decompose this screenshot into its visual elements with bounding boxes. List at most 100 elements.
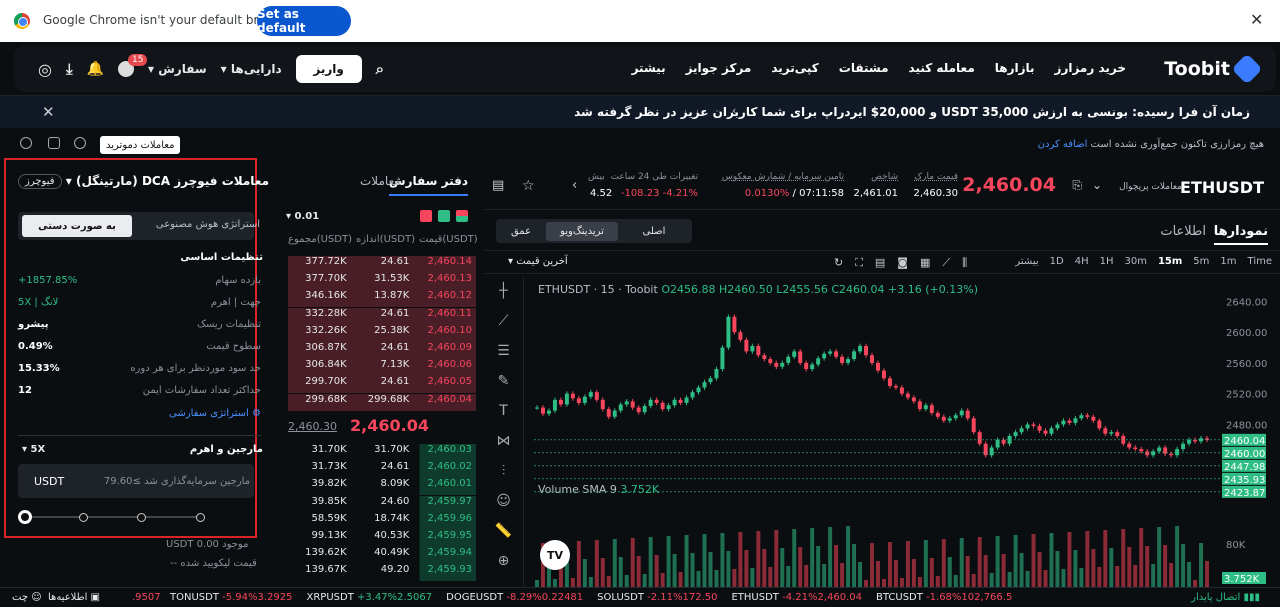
close-icon[interactable]: ✕ bbox=[1250, 10, 1263, 29]
tab-order-book[interactable]: دفتر سفارش bbox=[389, 174, 468, 196]
brand-logo[interactable]: Toobit bbox=[1164, 53, 1263, 85]
trendline-icon[interactable]: ⟋ bbox=[484, 306, 523, 336]
info-icon[interactable]: ⎘ bbox=[1072, 178, 1082, 193]
zoom-icon[interactable]: ⊕ bbox=[484, 546, 523, 576]
custom-strategy-link[interactable]: استراتژی سفارشی ⚙ bbox=[169, 408, 261, 419]
menu-copy-trade[interactable]: کپی‌ترید bbox=[771, 61, 818, 75]
banner-text[interactable]: زمان آن فرا رسیده: بونسی به ارزش USDT 35… bbox=[574, 105, 1250, 119]
ask-row[interactable]: 299.70K 24.61 2,460.05 bbox=[288, 376, 476, 394]
timeframe-option[interactable]: 15m bbox=[1158, 256, 1182, 267]
settings-icon[interactable] bbox=[20, 137, 32, 149]
slider-step[interactable] bbox=[79, 513, 88, 522]
bid-row[interactable]: 139.67K 49.20 2,459.93 bbox=[288, 564, 476, 582]
theme-icon[interactable] bbox=[74, 137, 86, 149]
bell-icon[interactable]: 🔔 bbox=[87, 61, 104, 77]
timeframe-option[interactable]: بیشتر bbox=[1015, 256, 1038, 267]
download-icon[interactable]: ⤓ bbox=[66, 60, 73, 78]
orders-menu[interactable]: ▾ سفارش bbox=[148, 62, 207, 76]
chevron-left-icon[interactable]: ‹ bbox=[572, 178, 577, 193]
tab-basic[interactable]: اصلی bbox=[618, 226, 690, 237]
bid-row[interactable]: 31.73K 24.61 2,460.02 bbox=[288, 461, 476, 479]
fib-icon[interactable]: ☰ bbox=[484, 336, 523, 366]
margin-input[interactable]: USDT مارجین سرمایه‌گذاری شد ≥79.60 bbox=[18, 464, 254, 498]
banner-close-icon[interactable]: ✕ bbox=[42, 103, 55, 121]
demo-trading-button[interactable]: معاملات دموترید bbox=[100, 136, 181, 154]
footer-ticker[interactable]: SOLUSDT -2.11%172.50 bbox=[597, 592, 717, 603]
slider-handle[interactable] bbox=[18, 510, 32, 524]
precision-select[interactable]: ▾ 0.01 bbox=[286, 211, 319, 222]
measure-icon[interactable]: ⫶ bbox=[484, 456, 523, 486]
bid-row[interactable]: 139.62K 40.49K 2,459.94 bbox=[288, 547, 476, 565]
tab-tradingview[interactable]: تریدینگ‌ویو bbox=[546, 221, 618, 241]
tab-info[interactable]: اطلاعات bbox=[1160, 224, 1206, 239]
leverage-select[interactable]: ▾ 5X bbox=[22, 444, 45, 455]
bid-row[interactable]: 31.70K 31.70K 2,460.03 bbox=[288, 444, 476, 461]
chevron-down-icon[interactable]: ⌄ bbox=[1092, 178, 1102, 192]
globe-icon[interactable]: ◎ bbox=[38, 60, 52, 79]
bid-row[interactable]: 58.59K 18.74K 2,459.96 bbox=[288, 512, 476, 530]
star-icon[interactable]: ☆ bbox=[522, 178, 535, 194]
search-icon[interactable]: ⌕ bbox=[376, 60, 384, 78]
bid-row[interactable]: 39.82K 8.09K 2,460.01 bbox=[288, 478, 476, 496]
candlestick-chart[interactable]: 2640.00 2600.00 2560.00 2520.00 2480.00 2460.… bbox=[524, 276, 1280, 588]
footer-ticker[interactable]: XRPUSDT +3.47%2.5067 bbox=[307, 592, 433, 603]
leverage-slider-track[interactable] bbox=[24, 516, 204, 518]
assets-menu[interactable]: ▾ دارایی‌ها bbox=[221, 62, 282, 76]
ask-row[interactable]: 299.68K 299.68K 2,460.04 bbox=[288, 393, 476, 411]
asks-view-icon[interactable] bbox=[420, 210, 432, 222]
bid-row[interactable]: 99.13K 40.53K 2,459.95 bbox=[288, 530, 476, 547]
tab-charts[interactable]: نمودارها bbox=[1213, 224, 1268, 245]
timeframe-option[interactable]: 30m bbox=[1124, 256, 1146, 267]
footer-ticker[interactable]: ETHUSDT -4.21%2,460.04 bbox=[731, 592, 862, 603]
chevron-down-icon[interactable]: ▾ bbox=[66, 174, 72, 188]
chat-button[interactable]: چت ☺ bbox=[12, 592, 42, 603]
emoji-icon[interactable]: ☺ bbox=[484, 486, 523, 516]
chart-tool-icons[interactable]: ↻⛶▤◙▦⟋⫼ bbox=[834, 256, 979, 270]
menu-buy-crypto[interactable]: خرید رمزارز bbox=[1055, 61, 1126, 75]
price-type-select[interactable]: ▾ آخرین قیمت bbox=[508, 256, 568, 267]
document-icon[interactable] bbox=[48, 137, 60, 149]
ask-row[interactable]: 332.28K 24.61 2,460.11 bbox=[288, 307, 476, 325]
footer-ticker[interactable]: BTCUSDT -1.68%102,766.5 bbox=[876, 592, 1012, 603]
add-favorite-link[interactable]: اضافه کردن bbox=[1038, 139, 1088, 150]
tab-ai[interactable]: استراتژی هوش مصنوعی bbox=[156, 219, 260, 230]
menu-markets[interactable]: بازارها bbox=[995, 61, 1035, 75]
futures-badge[interactable]: فیوچرز bbox=[18, 174, 62, 189]
ask-row[interactable]: 332.26K 25.38K 2,460.10 bbox=[288, 324, 476, 342]
both-view-icon[interactable] bbox=[456, 210, 468, 222]
text-icon[interactable]: T bbox=[484, 396, 523, 426]
bids-view-icon[interactable] bbox=[438, 210, 450, 222]
timeframe-option[interactable]: Time bbox=[1248, 256, 1272, 267]
menu-derivatives[interactable]: مشتقات bbox=[839, 61, 889, 75]
ask-row[interactable]: 377.70K 31.53K 2,460.13 bbox=[288, 273, 476, 291]
notices-button[interactable]: اطلاعیه‌ها ▣ bbox=[48, 592, 100, 603]
crosshair-icon[interactable]: ┼ bbox=[484, 276, 523, 306]
deposit-button[interactable]: واریز bbox=[295, 55, 362, 83]
ask-row[interactable]: 377.72K 24.61 2,460.14 bbox=[288, 256, 476, 273]
timeframe-option[interactable]: 5m bbox=[1193, 256, 1209, 267]
calc-icon[interactable]: ▤ bbox=[492, 178, 504, 193]
menu-rewards[interactable]: مرکز جوایز bbox=[686, 61, 752, 75]
menu-more[interactable]: بیشتر bbox=[632, 61, 666, 75]
slider-step[interactable] bbox=[196, 513, 205, 522]
brush-icon[interactable]: ✎ bbox=[484, 366, 523, 396]
menu-trade[interactable]: معامله کنید bbox=[909, 61, 975, 75]
ask-row[interactable]: 306.87K 24.61 2,460.09 bbox=[288, 342, 476, 359]
ruler-icon[interactable]: 📏 bbox=[484, 516, 523, 546]
timeframe-option[interactable]: 1H bbox=[1100, 256, 1114, 267]
bid-row[interactable]: 39.85K 24.60 2,459.97 bbox=[288, 495, 476, 513]
ask-row[interactable]: 346.16K 13.87K 2,460.12 bbox=[288, 290, 476, 308]
timeframe-option[interactable]: 1D bbox=[1050, 256, 1064, 267]
pattern-icon[interactable]: ⋈ bbox=[484, 426, 523, 456]
set-default-button[interactable]: Set as default bbox=[257, 6, 351, 36]
ask-row[interactable]: 306.84K 7.13K 2,460.06 bbox=[288, 359, 476, 377]
tab-trades[interactable]: معاملات bbox=[360, 174, 401, 188]
footer-ticker[interactable]: DOGEUSDT -8.29%0.22481 bbox=[446, 592, 583, 603]
timeframe-option[interactable]: 1m bbox=[1220, 256, 1236, 267]
tab-depth[interactable]: عمق bbox=[496, 226, 546, 237]
ticker-symbol[interactable]: ETHUSDT bbox=[1180, 178, 1264, 197]
footer-ticker[interactable]: TONUSDT -5.94%3.2925 bbox=[170, 592, 293, 603]
timeframe-option[interactable]: 4H bbox=[1075, 256, 1089, 267]
tab-manual[interactable]: به صورت دستی bbox=[22, 215, 132, 237]
slider-step[interactable] bbox=[137, 513, 146, 522]
